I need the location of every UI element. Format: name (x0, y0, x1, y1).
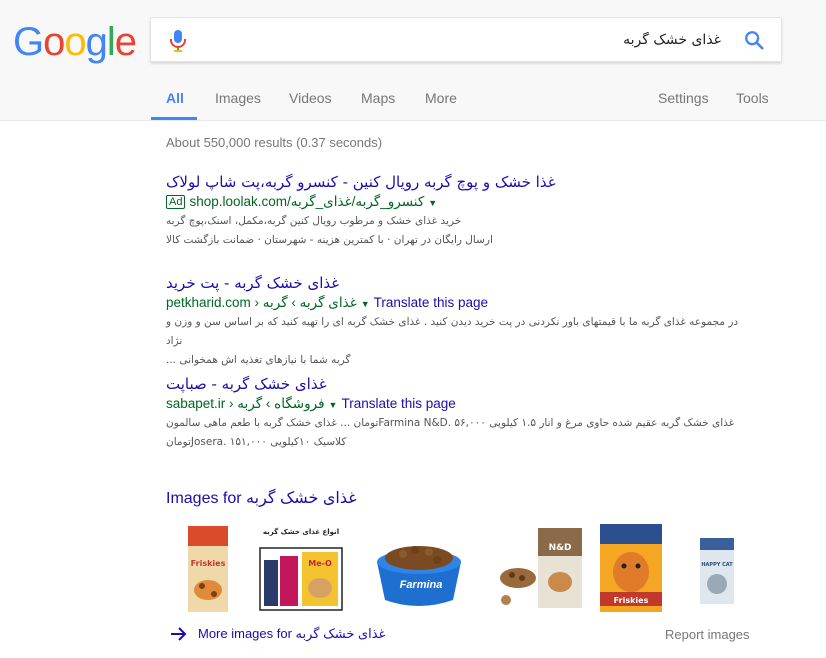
caret-down-icon[interactable]: ▼ (329, 400, 338, 410)
logo-letter: g (85, 20, 108, 64)
settings-link[interactable]: Settings (658, 90, 709, 106)
google-logo[interactable]: Google (13, 20, 137, 64)
logo-letter: o (64, 20, 86, 64)
thumb-brand-label: Friskies (614, 596, 649, 605)
search-result: غذای خشک گربه - صباپت sabapet.ir › فروشگ… (166, 374, 766, 452)
logo-letter: G (13, 20, 44, 64)
thumb-brand-label: Farmina (400, 579, 443, 591)
result-snippet-line: ارسال رایگان در تهران · با کمترین هزینه … (166, 234, 493, 246)
images-section-title[interactable]: Images for غذای خشک گربه (166, 489, 357, 509)
microphone-icon[interactable] (168, 29, 188, 53)
logo-letter: l (106, 20, 116, 64)
result-url-line: Ad shop.loolak.com/کنسرو_گربه/غذای_گربه ▼ (166, 193, 766, 212)
thumb-brand-label: N&D (549, 543, 572, 553)
result-title[interactable]: غذای خشک گربه - صباپت (166, 374, 766, 394)
header: Google All Images Videos Maps More Setti… (0, 0, 826, 121)
thumb-brand-label: Friskies (191, 559, 226, 568)
search-tabs: All Images Videos Maps More Settings Too… (0, 80, 826, 120)
translate-link[interactable]: Translate this page (374, 295, 488, 310)
search-result-ad: غذا خشک و پوچ گربه رویال کنین - کنسرو گر… (166, 172, 766, 250)
thumb-caption: انواع غذای خشک گربه (263, 527, 339, 536)
ad-badge: Ad (166, 195, 186, 209)
caret-down-icon[interactable]: ▼ (428, 198, 437, 208)
image-thumbnail[interactable]: Farmina (373, 520, 465, 615)
tab-maps[interactable]: Maps (361, 90, 395, 106)
result-url-line: sabapet.ir › فروشگاه › گربه ▼ Translate th… (166, 395, 766, 414)
image-thumbnail[interactable]: HAPPY CAT (694, 520, 740, 615)
result-snippet-line: کلاسیک ۱۰کیلویی Josera. ۱۵۱,۰۰۰تومان (166, 436, 347, 448)
result-snippet-line: غذای خشک گربه عقیم شده حاوی مرغ و انار ۱… (166, 417, 735, 429)
result-snippet-line: خرید غذای خشک و مرطوب رویال کنین گربه،مک… (166, 215, 462, 227)
image-thumbnail[interactable]: Friskies (186, 520, 230, 615)
result-title[interactable]: غذا خشک و پوچ گربه رویال کنین - کنسرو گر… (166, 172, 766, 192)
result-stats: About 550,000 results (0.37 seconds) (166, 135, 383, 150)
thumb-brand-label: Me-O (308, 559, 332, 568)
caret-down-icon[interactable]: ▼ (361, 299, 370, 309)
result-snippet-line: گربه شما با نیازهای تغذیه اش همخوانی ... (166, 354, 351, 366)
tab-all[interactable]: All (166, 90, 184, 106)
search-result: غذای خشک گربه - پت خرید petkharid.com › … (166, 273, 766, 370)
logo-letter: e (114, 20, 137, 64)
search-input[interactable] (201, 18, 721, 61)
tab-more[interactable]: More (425, 90, 457, 106)
tab-videos[interactable]: Videos (289, 90, 332, 106)
thumb-brand-label: HAPPY CAT (701, 562, 733, 568)
translate-link[interactable]: Translate this page (341, 396, 455, 411)
result-url-line: petkharid.com › غذای گربه › گربه ▼ Transla… (166, 294, 766, 313)
arrow-right-icon (171, 627, 187, 641)
tools-link[interactable]: Tools (736, 90, 769, 106)
logo-letter: o (43, 20, 65, 64)
result-snippet-line: در مجموعه غذای گربه ما با قیمتهای باور ن… (166, 316, 739, 347)
image-thumbnail[interactable]: N&D (494, 520, 588, 615)
search-icon[interactable] (743, 29, 765, 51)
more-images-label: More images for غذای خشک گربه (198, 626, 386, 641)
result-url: petkharid.com › غذای گربه › گربه (166, 295, 357, 310)
result-url: shop.loolak.com/کنسرو_گربه/غذای_گربه (189, 194, 425, 209)
image-thumbnail[interactable]: Friskies (598, 520, 664, 615)
search-box[interactable] (150, 17, 782, 62)
report-images-link[interactable]: Report images (665, 626, 750, 644)
tab-images[interactable]: Images (215, 90, 261, 106)
result-url: sabapet.ir › فروشگاه › گربه (166, 396, 325, 411)
result-title[interactable]: غذای خشک گربه - پت خرید (166, 273, 766, 293)
image-thumbnail[interactable]: انواع غذای خشک گربه Me-O (258, 520, 344, 615)
active-tab-indicator (151, 117, 197, 120)
